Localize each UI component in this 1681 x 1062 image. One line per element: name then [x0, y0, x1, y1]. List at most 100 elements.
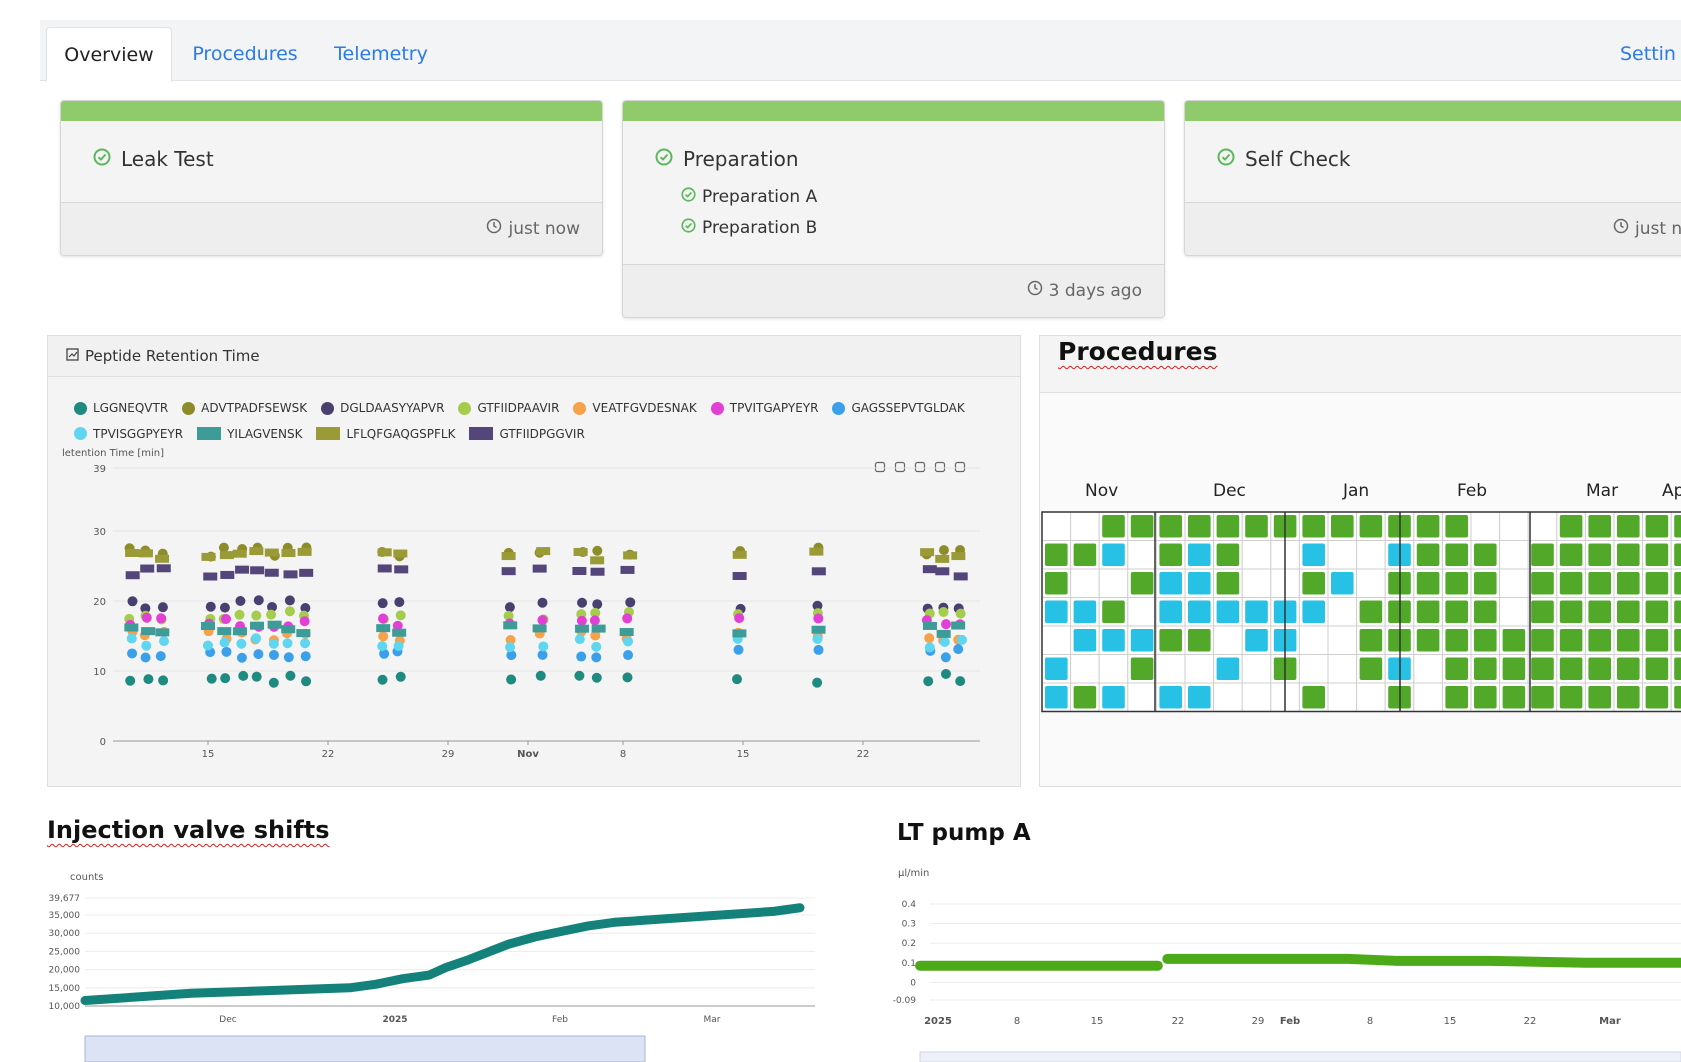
calendar-fill [1331, 572, 1354, 595]
calendar-fill [1188, 572, 1211, 595]
calendar-fill [1045, 572, 1068, 595]
calendar-fill [1216, 572, 1240, 595]
data-point [577, 597, 588, 608]
check-circle-icon [93, 147, 111, 171]
data-point [251, 633, 262, 644]
calendar-fill [1531, 686, 1554, 709]
legend-item[interactable]: GAGSSEPVTGLDAK [832, 396, 965, 420]
legend-item[interactable]: GTFIIDPAAVIR [458, 396, 559, 420]
data-point [811, 625, 826, 634]
legend-item[interactable]: LFLQFGAQGSPFLK [316, 422, 455, 446]
data-point [576, 615, 587, 626]
legend-item[interactable]: VEATFGVDESNAK [573, 396, 697, 420]
data-point [955, 608, 966, 619]
calendar-fill [1559, 543, 1583, 566]
y-axis-label: letention Time [min] [62, 448, 164, 459]
legend-label: YILAGVENSK [227, 426, 303, 441]
data-point [221, 646, 232, 657]
legend-label: GAGSSEPVTGLDAK [851, 401, 965, 415]
legend-item[interactable]: ADVTPADFSEWSK [182, 396, 307, 420]
data-point [592, 599, 603, 610]
data-point [202, 640, 213, 651]
legend-item[interactable]: LGGNEQVTR [74, 396, 168, 420]
calendar-fill [1474, 572, 1497, 595]
chart-icon [66, 347, 79, 365]
data-point [938, 545, 949, 556]
settings-link[interactable]: Settin [1620, 27, 1681, 80]
data-point [283, 652, 294, 663]
data-point [156, 613, 167, 624]
data-point [140, 652, 151, 663]
procedures-title: Procedures [1058, 337, 1218, 366]
data-point [268, 649, 279, 660]
calendar-fill [1645, 572, 1669, 595]
calendar-fill [1045, 657, 1068, 680]
data-point [940, 652, 951, 663]
series-line [1162, 953, 1681, 968]
card-time: 3 days ago [1048, 280, 1142, 301]
legend-rect-marker [197, 427, 222, 440]
data-point [236, 638, 247, 649]
calendar-fill [1188, 629, 1211, 652]
calendar-fill [1617, 572, 1640, 595]
calendar-fill [1588, 600, 1611, 623]
tab-overview[interactable]: Overview [46, 27, 172, 82]
calendar-fill [1617, 515, 1640, 538]
x-tick-label: Mar [1599, 1016, 1621, 1027]
tab-procedures[interactable]: Procedures [180, 27, 310, 80]
calendar-cell [1127, 682, 1157, 712]
data-point [732, 629, 747, 638]
data-point [591, 641, 602, 652]
calendar-fill [1474, 657, 1497, 680]
legend-circle-marker [832, 401, 846, 415]
data-point [377, 674, 388, 685]
calendar-fill [1159, 543, 1182, 566]
data-point [235, 565, 250, 574]
data-point [205, 601, 216, 612]
calendar-fill [1159, 629, 1182, 652]
calendar-fill [1617, 543, 1640, 566]
calendar-cell [1413, 682, 1443, 712]
legend-label: GTFIIDPGGVIR [499, 426, 585, 441]
card-title-row: Preparation [655, 147, 799, 171]
legend-item[interactable]: TPVITGAPYEYR [710, 396, 818, 420]
calendar-fill [1073, 686, 1097, 709]
data-point [951, 621, 966, 630]
calendar-cell [1241, 540, 1272, 570]
data-point [813, 613, 824, 624]
data-point [285, 670, 296, 681]
month-label: Dec [1213, 481, 1246, 501]
data-point [953, 572, 968, 581]
legend-item[interactable]: DGLDAASYYAPVR [321, 396, 444, 420]
calendar-fill [1216, 515, 1240, 538]
data-point [732, 571, 747, 580]
data-point [572, 567, 587, 576]
calendar-fill [1416, 600, 1440, 623]
calendar-cell [1298, 625, 1329, 655]
check-circle-icon [655, 147, 673, 171]
data-point [574, 634, 585, 645]
calendar-fill [1588, 543, 1611, 566]
legend-item[interactable]: GTFIIDPGGVIR [469, 422, 585, 446]
card-footer: just n [1185, 202, 1681, 255]
data-point [620, 565, 635, 574]
tab-telemetry[interactable]: Telemetry [326, 27, 436, 80]
calendar-fill [1674, 657, 1681, 680]
calendar-cell [1098, 568, 1129, 598]
data-point [138, 549, 153, 558]
calendar-cell [1499, 597, 1529, 627]
calendar-fill [1102, 629, 1125, 652]
calendar-fill [1645, 629, 1669, 652]
data-point [935, 554, 950, 563]
x-tick-label: 29 [442, 749, 455, 760]
x-tick-label: 22 [1524, 1016, 1537, 1027]
legend-item[interactable]: TPVISGGPYEYR [74, 422, 183, 446]
calendar-cell [1127, 540, 1157, 570]
calendar-fill [1559, 572, 1583, 595]
data-point [537, 649, 548, 660]
data-point [251, 671, 262, 682]
x-tick-label: Nov [517, 749, 539, 760]
legend-item[interactable]: YILAGVENSK [197, 422, 302, 446]
data-point [537, 615, 548, 626]
data-point [141, 612, 152, 623]
